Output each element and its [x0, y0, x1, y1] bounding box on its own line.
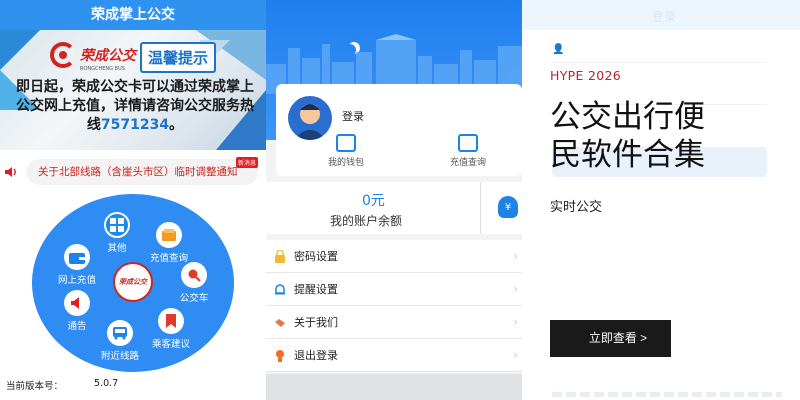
recharge-query-label: 充值查询 [449, 158, 486, 168]
faded-login-header: 登录 [522, 0, 800, 30]
hotline-number: 7571234 [100, 117, 170, 133]
balance-amount: 0元 [362, 193, 385, 209]
chevron-right-icon: › [513, 348, 518, 362]
money-bag-icon[interactable]: ¥ [498, 196, 518, 218]
logo-subtext: RONGCHENG BUS [80, 66, 125, 72]
panel-promo-overlay: 登录 👤 HYPE 2026 公交出行便 民软件合集 实时公交 立即查看 > [522, 0, 800, 400]
bookmark-icon [158, 308, 184, 334]
menu-label-suggestion: 乘客建议 [151, 339, 190, 350]
speaker-icon [5, 167, 16, 177]
bell-icon [275, 284, 285, 295]
faded-input-line [552, 62, 767, 63]
banner-notice-text: 即日起，荣成公交卡可以通过荣成掌上公交网上充值，详情请咨询公交服务热线75712… [10, 78, 260, 135]
list-item-label: 密码设置 [294, 250, 338, 263]
promo-title: 公交出行便 民软件合集 [550, 98, 790, 174]
lock-icon [275, 250, 285, 263]
notice-banner[interactable]: 荣成公交 RONGCHENG BUS 温馨提示 即日起，荣成公交卡可以通过荣成掌… [0, 30, 266, 150]
list-item-label: 提醒设置 [294, 283, 338, 296]
list-item-logout[interactable]: 退出登录 › [266, 339, 522, 372]
menu-item-bus[interactable]: 公交车 [164, 262, 224, 304]
bus-logo-icon [50, 42, 76, 68]
bottom-bar [266, 374, 522, 400]
settings-list: 密码设置 › 提醒设置 › 关于我们 › 退出登录 › [266, 240, 522, 372]
version-value: 5.0.7 [94, 378, 119, 389]
list-item-password-settings[interactable]: 密码设置 › [266, 240, 522, 273]
chevron-right-icon: › [513, 282, 518, 296]
news-ticker[interactable]: 关于北部线路（含崖头市区）临时调整通知 新消息 [0, 157, 266, 187]
menu-label-online-recharge: 网上充值 [57, 275, 96, 286]
app-header-title: 荣成掌上公交 [0, 0, 266, 30]
ticker-text[interactable]: 关于北部线路（含崖头市区）临时调整通知 [26, 159, 258, 185]
chevron-right-icon: › [513, 249, 518, 263]
menu-item-recharge-query[interactable]: 充值查询 [139, 222, 199, 264]
balance-label: 我的账户余额 [330, 214, 403, 228]
list-item-about-us[interactable]: 关于我们 › [266, 306, 522, 339]
chevron-right-icon: › [513, 315, 518, 329]
bus-icon [107, 320, 133, 346]
logo-text: 荣成公交 [80, 48, 136, 64]
faded-user-icon: 👤 [552, 44, 565, 55]
megaphone-icon [64, 290, 90, 316]
panel-bus-app-home: 荣成掌上公交 荣成公交 RONGCHENG BUS 温馨提示 即日起，荣成公交卡… [0, 0, 266, 400]
list-item-label: 关于我们 [294, 316, 338, 329]
center-bus-logo: 荣成公交 [113, 262, 153, 302]
logout-icon [276, 350, 284, 362]
menu-item-nearby-lines[interactable]: 附近线路 [90, 320, 150, 362]
wallet-icon [64, 244, 90, 270]
notice-end: 。 [169, 117, 184, 133]
login-link[interactable]: 登录 [342, 108, 364, 124]
user-profile-card: 登录 我的钱包 充值查询 [276, 84, 522, 176]
recharge-query-link[interactable]: 充值查询 [428, 134, 508, 168]
divider [480, 182, 481, 234]
faded-login-title: 登录 [652, 10, 677, 24]
my-wallet-label: 我的钱包 [327, 158, 364, 168]
grid-icon [104, 212, 130, 238]
rongcheng-bus-logo: 荣成公交 RONGCHENG BUS [50, 42, 136, 72]
search-bus-icon [181, 262, 207, 288]
list-item-reminder-settings[interactable]: 提醒设置 › [266, 273, 522, 306]
warm-tip-label: 温馨提示 [140, 42, 217, 73]
recharge-query-icon [156, 222, 182, 248]
promo-subtitle: 实时公交 [550, 200, 603, 215]
promo-title-line2: 民软件合集 [550, 137, 705, 173]
menu-item-suggestion[interactable]: 乘客建议 [141, 308, 201, 350]
wallet-icon [336, 134, 356, 152]
promo-eyebrow: HYPE 2026 [550, 68, 621, 83]
receipt-yen-icon [458, 134, 478, 152]
list-item-label: 退出登录 [294, 349, 338, 362]
faded-footer [552, 392, 782, 397]
account-balance-section[interactable]: 0元 我的账户余额 ¥ [266, 182, 522, 234]
view-now-button[interactable]: 立即查看 > [550, 320, 671, 357]
menu-label-nearby-lines: 附近线路 [100, 351, 139, 362]
promo-title-line1: 公交出行便 [550, 99, 705, 135]
new-message-badge: 新消息 [236, 157, 259, 168]
menu-item-online-recharge[interactable]: 网上充值 [47, 244, 107, 286]
menu-label-bus: 公交车 [179, 293, 209, 304]
panel-user-center: 登录 我的钱包 充值查询 0元 我的账户余额 ¥ 密码设置 › 提醒设置 › 关… [266, 0, 522, 400]
version-label: 当前版本号： [6, 381, 64, 392]
my-wallet-link[interactable]: 我的钱包 [306, 134, 386, 168]
handshake-icon [275, 319, 285, 327]
